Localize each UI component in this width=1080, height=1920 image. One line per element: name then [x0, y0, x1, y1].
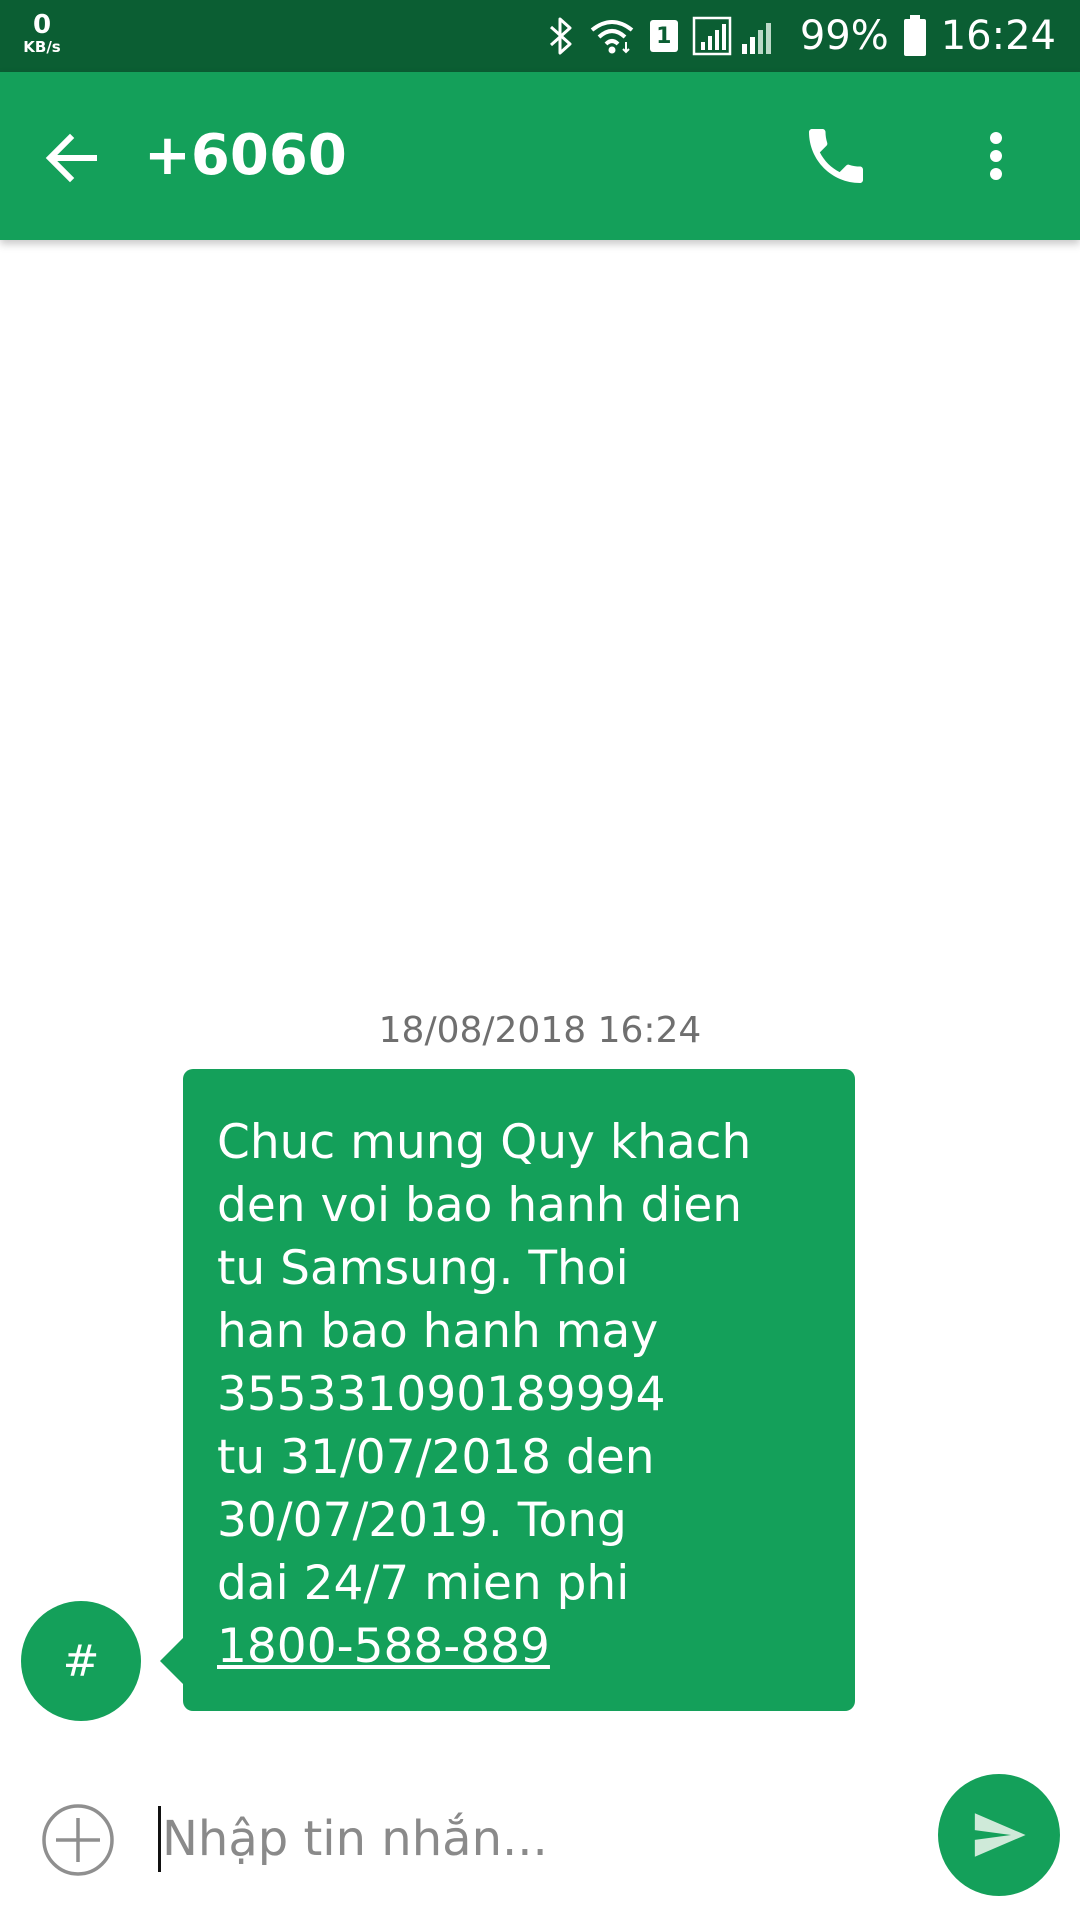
- battery-icon: [903, 15, 927, 57]
- sim-slot-badge: 1: [649, 20, 678, 52]
- message-bubble[interactable]: Chuc mung Quy khach den voi bao hanh die…: [183, 1069, 855, 1711]
- message-line: dai 24/7 mien phi: [217, 1556, 630, 1611]
- message-composer: [0, 1760, 1080, 1920]
- message-line: 30/07/2019. Tong: [217, 1493, 627, 1548]
- call-button[interactable]: [800, 120, 872, 192]
- message-line: Chuc mung Quy khach: [217, 1115, 752, 1170]
- status-clock: 16:24: [940, 13, 1056, 59]
- message-line: tu Samsung. Thoi: [217, 1241, 629, 1296]
- network-speed-unit: KB/s: [23, 38, 61, 56]
- network-speed: 0 KB/s: [18, 12, 66, 55]
- send-icon: [974, 1813, 1026, 1857]
- network-speed-value: 0: [32, 10, 52, 40]
- arrow-back-icon: [45, 133, 97, 183]
- message-line: tu 31/07/2018 den: [217, 1430, 655, 1485]
- phone-icon: [809, 129, 863, 183]
- contact-title: +6060: [144, 123, 347, 188]
- message-input[interactable]: [162, 1798, 902, 1880]
- more-vert-icon: [990, 132, 1002, 180]
- back-button[interactable]: [36, 122, 108, 194]
- add-circle-icon: [42, 1804, 114, 1876]
- status-icons: 1 99% 16:24: [548, 0, 1056, 72]
- contact-avatar[interactable]: #: [21, 1601, 141, 1721]
- attach-button[interactable]: [40, 1802, 116, 1878]
- bluetooth-icon: [548, 16, 574, 56]
- message-timestamp: 18/08/2018 16:24: [378, 1010, 702, 1051]
- message-line: han bao hanh may: [217, 1304, 659, 1359]
- more-options-button[interactable]: [960, 120, 1032, 192]
- battery-percent: 99%: [799, 13, 889, 59]
- text-cursor: [158, 1806, 161, 1872]
- message-line: den voi bao hanh dien: [217, 1178, 743, 1233]
- status-bar: 0 KB/s 1 99% 16:24: [0, 0, 1080, 72]
- wifi-icon: [588, 16, 636, 56]
- signal-icon: [692, 16, 786, 56]
- send-button[interactable]: [938, 1774, 1060, 1896]
- message-line: 355331090189994: [217, 1367, 666, 1422]
- app-bar: +6060: [0, 72, 1080, 240]
- phone-number-link[interactable]: 1800-588-889: [217, 1615, 821, 1678]
